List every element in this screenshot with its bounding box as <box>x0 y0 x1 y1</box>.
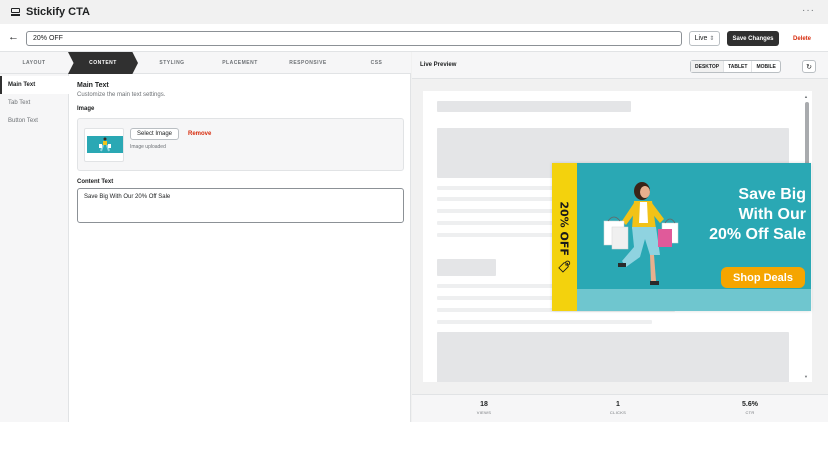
section-subtitle: Customize the main text settings. <box>77 92 166 98</box>
cta-heading-line-3: 20% Off Sale <box>709 226 806 243</box>
placeholder-line <box>437 320 652 324</box>
device-mobile-button[interactable]: MOBILE <box>752 61 779 72</box>
shop-deals-button[interactable]: Shop Deals <box>721 267 805 288</box>
tab-layout[interactable]: LAYOUT <box>0 52 68 74</box>
title-row: ← Live ⇕ Save Changes Delete <box>0 24 828 52</box>
content-text-label: Content Text <box>77 179 114 185</box>
preview-panel: Live Preview DESKTOP TABLET MOBILE ↻ ▲ ▼… <box>412 52 828 422</box>
device-desktop-button[interactable]: DESKTOP <box>691 61 725 72</box>
editor-tabs: LAYOUT CONTENT STYLING PLACEMENT RESPONS… <box>0 52 411 74</box>
stat-clicks: 1 CLICKS <box>578 401 658 415</box>
scroll-down-icon[interactable]: ▼ <box>804 374 808 379</box>
stat-ctr: 5.6% CTR <box>710 401 790 415</box>
tab-styling[interactable]: STYLING <box>138 52 206 74</box>
image-status: Image uploaded <box>130 144 166 150</box>
cta-side-tab[interactable]: 20% OFF 🏷 <box>552 163 577 311</box>
refresh-icon[interactable]: ↻ <box>802 60 816 73</box>
tab-css[interactable]: CSS <box>342 52 411 74</box>
image-label: Image <box>77 106 95 112</box>
placeholder-block <box>437 101 631 112</box>
image-upload-box: Select Image Remove Image uploaded <box>77 118 404 171</box>
cta-title-input[interactable] <box>26 31 682 46</box>
status-value: Live <box>694 35 708 42</box>
preview-header: Live Preview DESKTOP TABLET MOBILE ↻ <box>412 52 828 79</box>
main-text-settings: Main Text Customize the main text settin… <box>77 82 405 223</box>
app-header: Stickify CTA ··· <box>0 0 828 24</box>
preview-title: Live Preview <box>420 62 457 68</box>
cta-tab-text: 20% OFF 🏷 <box>558 200 571 274</box>
content-text-input[interactable] <box>77 188 404 223</box>
stat-ctr-label: CTR <box>745 410 755 415</box>
image-thumbnail <box>84 128 124 162</box>
cta-heading-line-1: Save Big <box>738 186 806 203</box>
cta-banner[interactable]: 20% OFF 🏷 Save Big With Our 20% Off Sale… <box>552 163 811 311</box>
remove-image-button[interactable]: Remove <box>188 128 211 140</box>
app-logo-icon <box>11 7 20 17</box>
app-title: Stickify CTA <box>26 6 90 18</box>
sidebar-item-tab-text[interactable]: Tab Text <box>0 94 69 112</box>
stat-views-label: VIEWS <box>476 410 492 415</box>
stat-views-value: 18 <box>480 401 488 408</box>
scroll-up-icon[interactable]: ▲ <box>804 94 808 99</box>
device-tablet-button[interactable]: TABLET <box>724 61 753 72</box>
page-background <box>0 422 828 466</box>
status-select[interactable]: Live ⇕ <box>689 31 720 46</box>
save-changes-button[interactable]: Save Changes <box>727 31 779 46</box>
device-toggle: DESKTOP TABLET MOBILE <box>690 60 781 73</box>
content-sidebar: Main Text Tab Text Button Text <box>0 74 69 422</box>
chevron-updown-icon: ⇕ <box>709 36 715 42</box>
section-title: Main Text <box>77 82 109 89</box>
app-window: Stickify CTA ··· ← Live ⇕ Save Changes D… <box>0 0 828 422</box>
editor-panel: LAYOUT CONTENT STYLING PLACEMENT RESPONS… <box>0 52 411 422</box>
stat-views: 18 VIEWS <box>444 401 524 415</box>
stat-clicks-label: CLICKS <box>609 410 627 415</box>
placeholder-block <box>437 259 496 276</box>
sidebar-item-main-text[interactable]: Main Text <box>0 76 69 94</box>
sidebar-item-button-text[interactable]: Button Text <box>0 112 69 130</box>
placeholder-block <box>437 332 789 382</box>
select-image-button[interactable]: Select Image <box>130 128 179 140</box>
stat-clicks-value: 1 <box>616 401 620 408</box>
more-options-icon[interactable]: ··· <box>802 5 815 16</box>
delete-button[interactable]: Delete <box>787 31 817 46</box>
tab-placement[interactable]: PLACEMENT <box>206 52 274 74</box>
back-arrow-icon[interactable]: ← <box>8 31 19 43</box>
cta-heading-line-2: With Our <box>738 206 806 223</box>
scroll-thumb[interactable] <box>805 102 809 172</box>
cta-heading: Save Big With Our 20% Off Sale <box>670 185 806 245</box>
tab-responsive[interactable]: RESPONSIVE <box>274 52 342 74</box>
tab-content[interactable]: CONTENT <box>68 52 138 74</box>
stat-ctr-value: 5.6% <box>742 401 758 408</box>
stats-bar: 18 VIEWS 1 CLICKS 5.6% CTR <box>412 394 828 422</box>
